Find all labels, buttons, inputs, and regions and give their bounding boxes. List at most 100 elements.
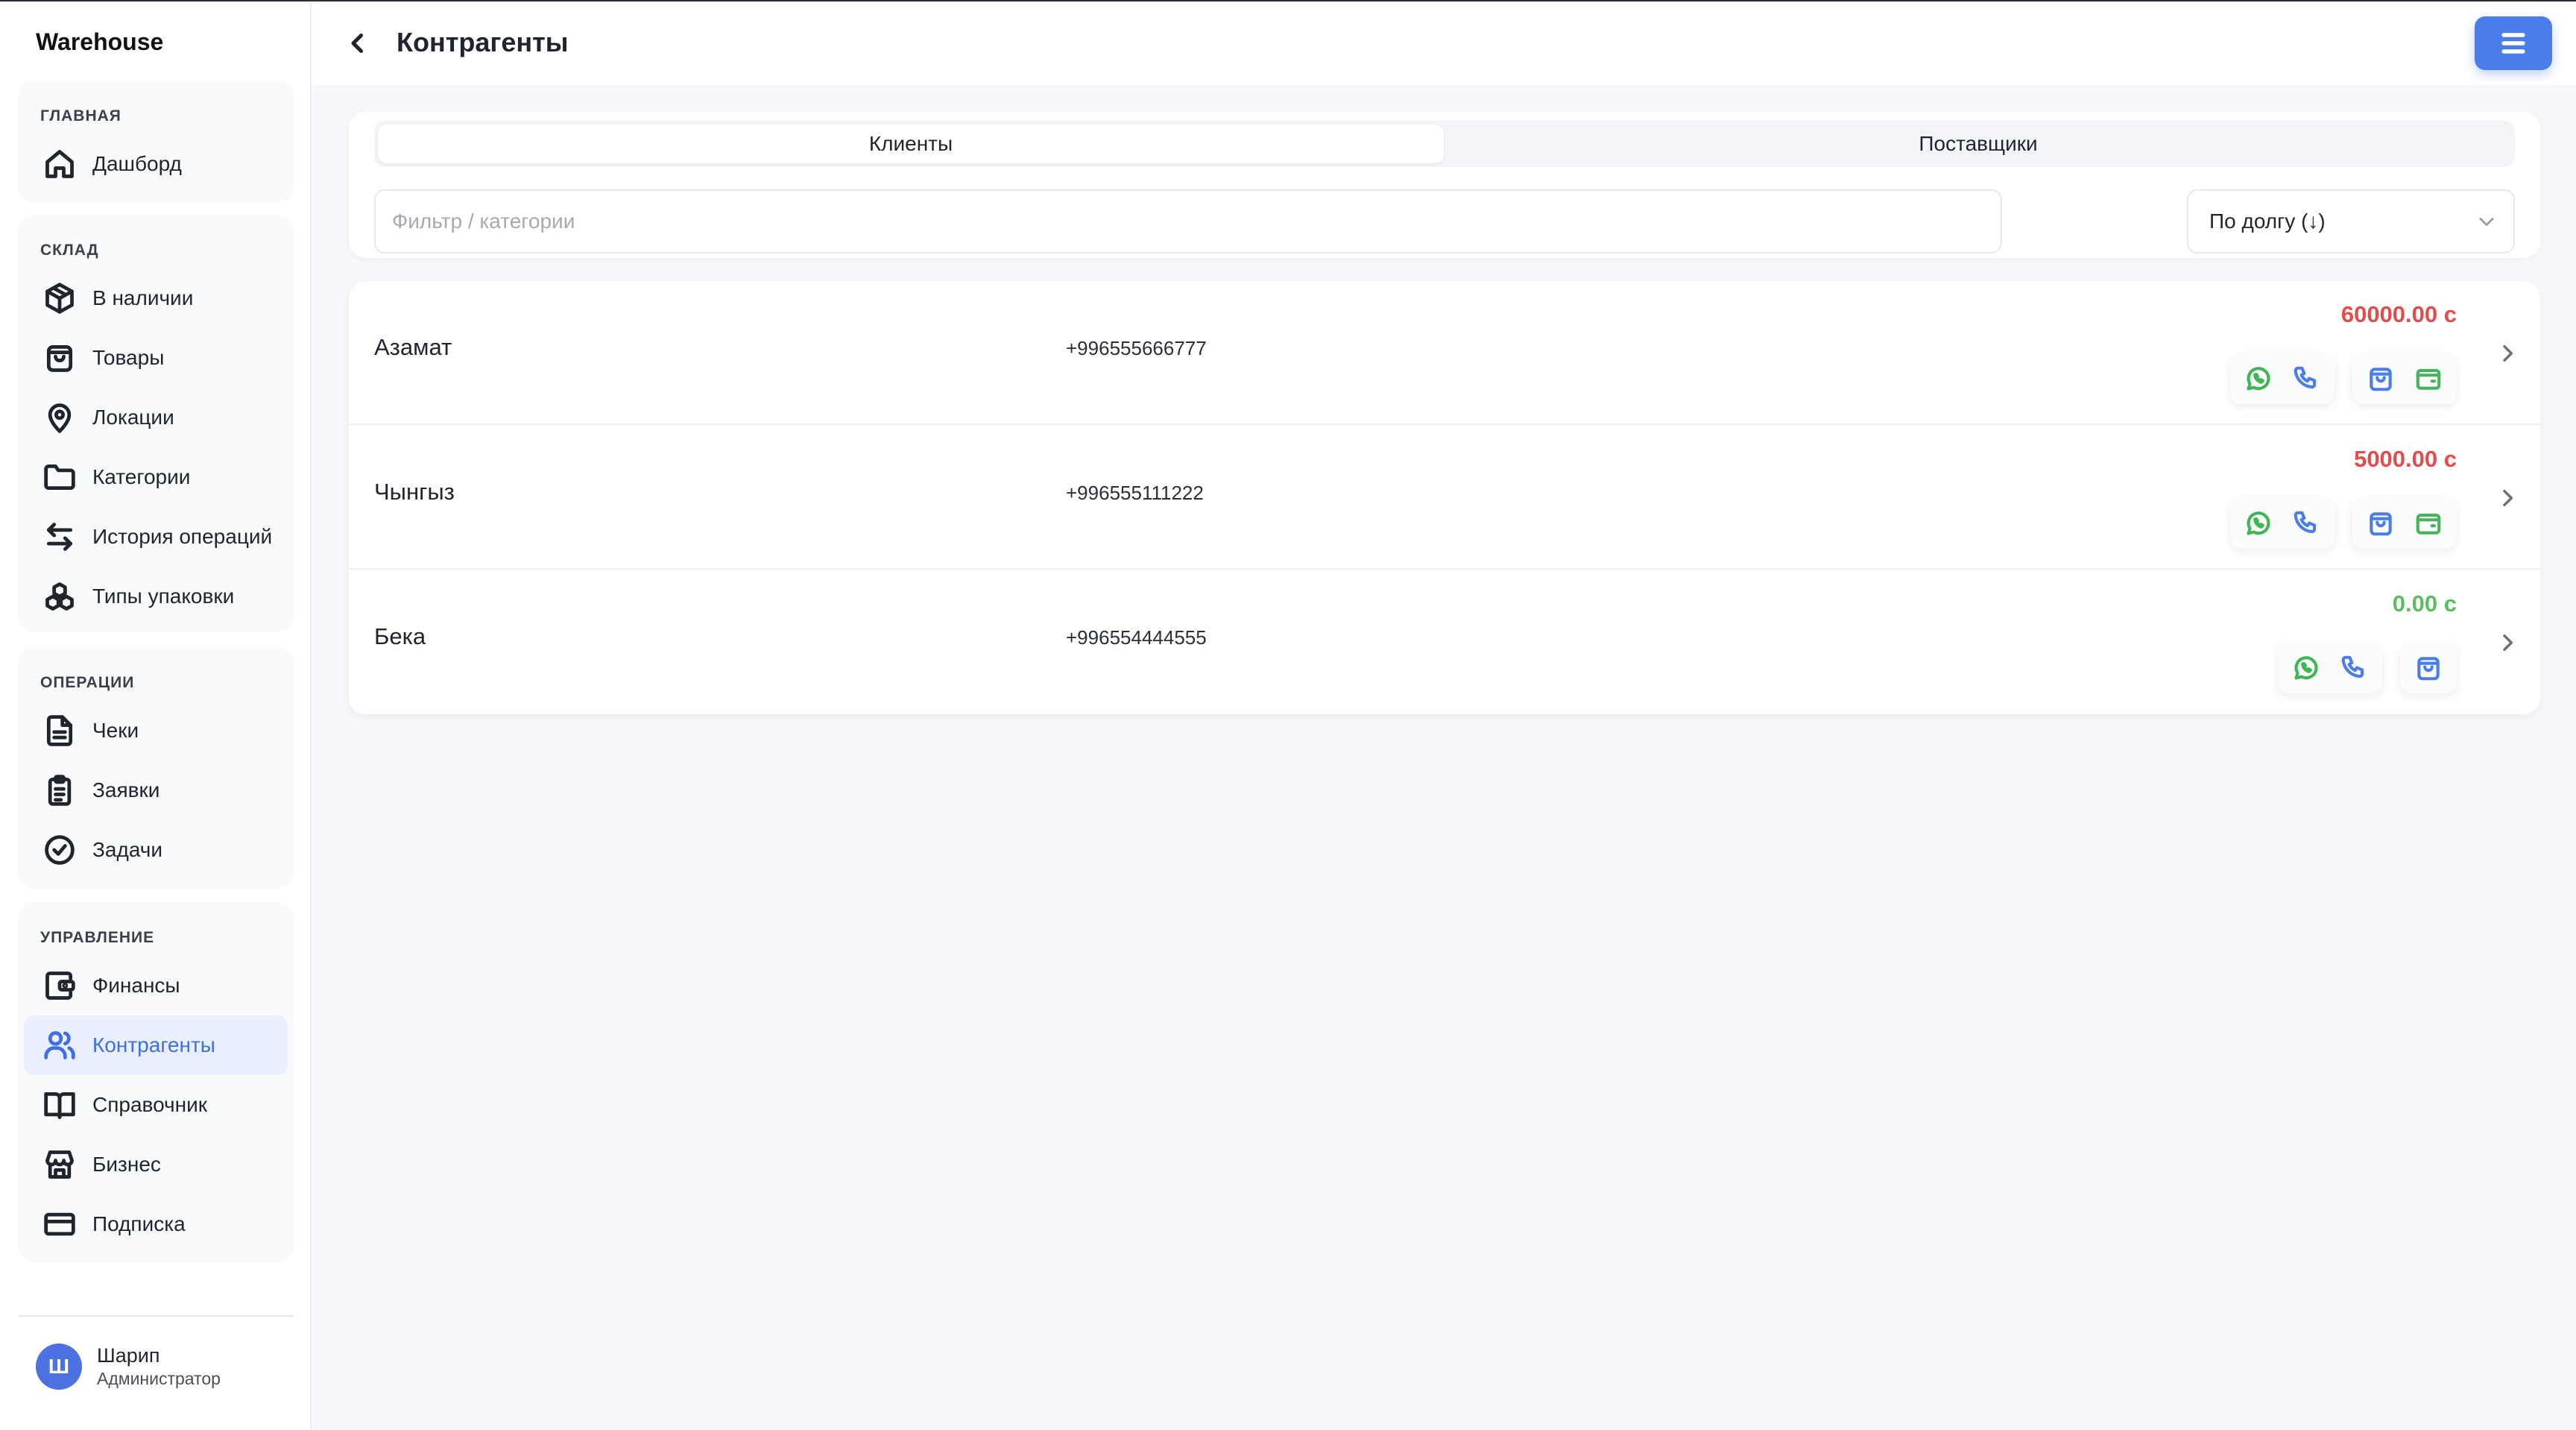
- row-actions: [2230, 498, 2457, 549]
- page-title: Контрагенты: [397, 27, 569, 57]
- back-button[interactable]: [340, 25, 376, 61]
- commerce-actions: [2352, 353, 2457, 404]
- sidebar-item-label: Финансы: [92, 974, 180, 997]
- menu-button[interactable]: [2475, 16, 2552, 70]
- folder-icon: [42, 459, 78, 495]
- sidebar-item-label: Товары: [92, 346, 165, 369]
- sidebar: Warehouse ГЛАВНАЯ Дашборд СКЛАД В наличи…: [0, 1, 312, 1430]
- nav-group-main: ГЛАВНАЯ Дашборд: [18, 81, 294, 203]
- sidebar-divider: [18, 1315, 294, 1317]
- sidebar-item-counterparties[interactable]: Контрагенты: [24, 1015, 288, 1075]
- filter-input[interactable]: [374, 189, 2002, 253]
- contact-debt: 5000.00 с: [2354, 446, 2457, 472]
- sidebar-item-directory[interactable]: Справочник: [24, 1075, 288, 1135]
- order-button[interactable]: [2357, 353, 2405, 404]
- filter-panel: Клиенты Поставщики По долгу (↓): [349, 112, 2540, 258]
- sidebar-item-dashboard[interactable]: Дашборд: [24, 134, 288, 194]
- nav-group-warehouse: СКЛАД В наличии Товары Локации Категории…: [18, 215, 294, 632]
- sidebar-item-history[interactable]: История операций: [24, 507, 288, 567]
- phone-icon: [2294, 511, 2317, 534]
- nav-group-management: УПРАВЛЕНИЕ Финансы Контрагенты Справочни…: [18, 902, 294, 1263]
- list-item[interactable]: Бека +996554444555 0.00 с: [349, 571, 2540, 714]
- tab-clients[interactable]: Клиенты: [378, 125, 1444, 163]
- phone-icon: [2294, 366, 2317, 389]
- users-icon: [42, 1027, 78, 1063]
- commerce-actions: [2352, 498, 2457, 549]
- whatsapp-icon: [2294, 656, 2318, 680]
- nav-group-operations: ОПЕРАЦИИ Чеки Заявки Задачи: [18, 647, 294, 889]
- payment-button[interactable]: [2405, 498, 2452, 549]
- box-icon: [42, 280, 78, 316]
- call-button[interactable]: [2282, 353, 2330, 404]
- sidebar-item-label: Локации: [92, 406, 174, 429]
- book-icon: [42, 1087, 78, 1123]
- sidebar-item-locations[interactable]: Локации: [24, 388, 288, 447]
- wallet-icon: [2416, 368, 2441, 390]
- sidebar-item-business[interactable]: Бизнес: [24, 1135, 288, 1194]
- chevron-right-icon: [2496, 631, 2519, 655]
- store-icon: [42, 1147, 78, 1182]
- clipboard-icon: [42, 772, 78, 808]
- list-item[interactable]: Чынгыз +996555111222 5000.00 с: [349, 426, 2540, 570]
- list-item[interactable]: Азамат +996555666777 60000.00 с: [349, 282, 2540, 425]
- contact-actions: [2230, 498, 2334, 549]
- sidebar-item-label: Дашборд: [92, 152, 182, 175]
- bag-icon: [2370, 512, 2392, 536]
- app-window: Warehouse ГЛАВНАЯ Дашборд СКЛАД В наличи…: [0, 0, 2576, 1430]
- sidebar-item-subscription[interactable]: Подписка: [24, 1194, 288, 1254]
- wallet-icon: [42, 968, 78, 1004]
- sidebar-item-tasks[interactable]: Задачи: [24, 820, 288, 880]
- order-button[interactable]: [2405, 643, 2452, 693]
- sidebar-item-label: Заявки: [92, 778, 160, 801]
- nav-group-title: СКЛАД: [40, 242, 99, 259]
- sidebar-item-label: Категории: [92, 465, 191, 488]
- sidebar-item-label: Бизнес: [92, 1153, 161, 1176]
- contact-debt: 0.00 с: [2392, 590, 2457, 617]
- user-name: Шарип: [97, 1344, 160, 1367]
- whatsapp-button[interactable]: [2235, 498, 2282, 549]
- avatar: Ш: [36, 1344, 82, 1390]
- sidebar-item-label: Типы упаковки: [92, 585, 235, 608]
- sidebar-item-label: Задачи: [92, 838, 163, 861]
- chevron-right-icon: [2496, 341, 2519, 365]
- call-button[interactable]: [2330, 643, 2378, 693]
- sidebar-item-label: Справочник: [92, 1093, 207, 1116]
- nav-group-title: ГЛАВНАЯ: [40, 107, 121, 125]
- chevron-down-icon: [2479, 218, 2494, 227]
- sidebar-item-package-types[interactable]: Типы упаковки: [24, 567, 288, 626]
- row-actions: [2278, 643, 2457, 693]
- nav-group-title: УПРАВЛЕНИЕ: [40, 929, 155, 946]
- sort-dropdown[interactable]: По долгу (↓): [2187, 189, 2515, 253]
- sidebar-item-in-stock[interactable]: В наличии: [24, 268, 288, 328]
- sidebar-item-products[interactable]: Товары: [24, 328, 288, 388]
- contact-actions: [2278, 643, 2382, 693]
- payment-button[interactable]: [2405, 353, 2452, 404]
- wallet-icon: [2416, 513, 2441, 535]
- page-header: Контрагенты: [312, 1, 2576, 85]
- brand-logo: Warehouse: [36, 28, 164, 55]
- hamburger-icon: [2501, 33, 2525, 54]
- user-profile[interactable]: Ш Шарип Администратор: [36, 1344, 221, 1390]
- contact-actions: [2230, 353, 2334, 404]
- bag-icon: [42, 340, 78, 376]
- sidebar-item-label: Чеки: [92, 719, 139, 742]
- order-button[interactable]: [2357, 498, 2405, 549]
- phone-icon: [2341, 655, 2364, 678]
- sidebar-item-receipts[interactable]: Чеки: [24, 701, 288, 760]
- boxes-icon: [42, 579, 78, 614]
- tab-suppliers[interactable]: Поставщики: [1445, 125, 2511, 163]
- whatsapp-icon: [2247, 511, 2270, 535]
- sidebar-item-finance[interactable]: Финансы: [24, 956, 288, 1015]
- user-info: Шарип Администратор: [97, 1344, 221, 1389]
- user-role: Администратор: [97, 1369, 221, 1388]
- arrows-swap-icon: [42, 519, 78, 555]
- call-button[interactable]: [2282, 498, 2330, 549]
- whatsapp-button[interactable]: [2282, 643, 2330, 693]
- whatsapp-button[interactable]: [2235, 353, 2282, 404]
- contact-phone: +996554444555: [1066, 626, 1207, 649]
- sidebar-item-categories[interactable]: Категории: [24, 447, 288, 507]
- check-circle-icon: [42, 832, 78, 868]
- contact-name: Азамат: [374, 334, 452, 360]
- sidebar-item-requests[interactable]: Заявки: [24, 760, 288, 820]
- home-icon: [42, 146, 78, 182]
